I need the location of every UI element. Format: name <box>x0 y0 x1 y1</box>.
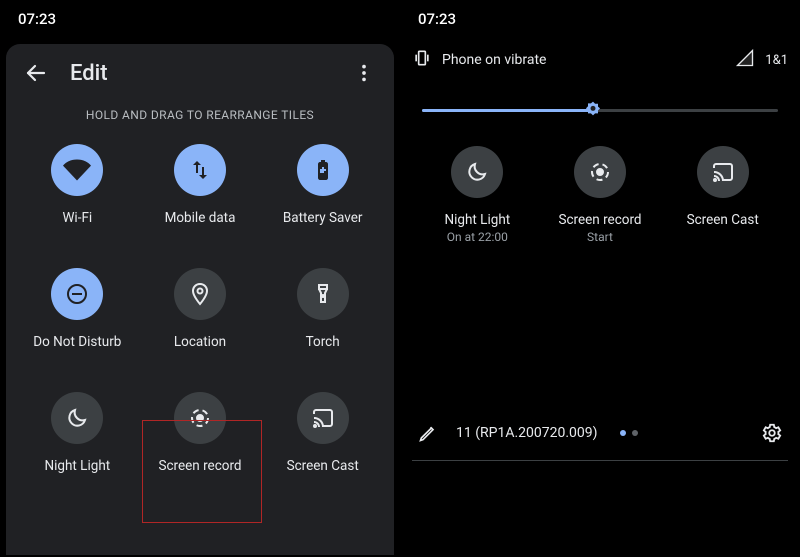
tile-circle <box>51 144 103 196</box>
tile-label: Mobile data <box>165 210 236 226</box>
qs-footer: 11 (RP1A.200720.009) <box>412 417 788 449</box>
tile-label: Screen Cast <box>687 212 759 228</box>
slider-fill <box>422 109 593 112</box>
tile-circle <box>451 146 503 198</box>
tile-circle <box>51 268 103 320</box>
tile-label: Screen record <box>558 212 641 228</box>
tile-sub: Start <box>587 230 613 244</box>
qs-top-bar: Phone on vibrate 1&1 <box>412 38 788 82</box>
edit-header: Edit <box>6 44 394 102</box>
cast-icon <box>311 406 335 430</box>
build-text: 11 (RP1A.200720.009) <box>456 425 598 441</box>
pencil-icon <box>418 423 438 443</box>
tile-circle <box>174 144 226 196</box>
tile-circle <box>297 144 349 196</box>
signal-icon <box>735 48 755 72</box>
tile-night-light[interactable]: Night Light <box>16 392 139 474</box>
location-icon <box>188 282 212 306</box>
tile-screen-cast[interactable]: Screen Cast <box>261 392 384 474</box>
panel-edit-tiles: 07:23 Edit HOLD AND DRAG TO REARRANGE TI… <box>0 0 400 557</box>
tile-sub: On at 22:00 <box>447 230 508 244</box>
settings-button[interactable] <box>756 417 788 449</box>
rearrange-hint: HOLD AND DRAG TO REARRANGE TILES <box>6 108 394 122</box>
qs-tile-screen-cast[interactable]: Screen Cast <box>661 146 784 244</box>
record-icon <box>188 406 212 430</box>
tile-battery-saver[interactable]: Battery Saver <box>261 144 384 226</box>
tile-label: Screen Cast <box>287 458 359 474</box>
status-time: 07:23 <box>418 10 456 28</box>
vibrate-icon <box>412 48 432 72</box>
moon-icon <box>465 160 489 184</box>
dnd-icon <box>65 282 89 306</box>
tile-label: Wi-Fi <box>62 210 92 226</box>
status-bar: 07:23 <box>0 0 400 38</box>
page-title: Edit <box>70 61 348 86</box>
tile-circle <box>574 146 626 198</box>
overflow-menu-button[interactable] <box>348 57 380 89</box>
flashlight-icon <box>311 282 335 306</box>
qs-tile-night-light[interactable]: Night Light On at 22:00 <box>416 146 539 244</box>
tile-label: Battery Saver <box>283 210 363 226</box>
cast-icon <box>711 160 735 184</box>
back-button[interactable] <box>20 57 52 89</box>
tile-label: Do Not Disturb <box>33 334 121 350</box>
page-indicator <box>620 430 744 436</box>
page-dot <box>620 430 626 436</box>
more-vert-icon <box>353 62 375 84</box>
moon-icon <box>65 406 89 430</box>
tile-torch[interactable]: Torch <box>261 268 384 350</box>
ringer-mode-text: Phone on vibrate <box>442 52 546 68</box>
data-swap-icon <box>188 158 212 182</box>
status-bar: 07:23 <box>400 0 800 38</box>
status-time: 07:23 <box>18 10 56 28</box>
page-dot <box>632 430 638 436</box>
edit-sheet: Edit HOLD AND DRAG TO REARRANGE TILES Wi… <box>6 44 394 555</box>
tile-dnd[interactable]: Do Not Disturb <box>16 268 139 350</box>
arrow-left-icon <box>24 61 48 85</box>
qs-content: Phone on vibrate 1&1 Night Light On at 2… <box>400 38 800 244</box>
tile-circle <box>174 392 226 444</box>
record-icon <box>588 160 612 184</box>
panel-quick-settings: 07:23 Phone on vibrate 1&1 <box>400 0 800 557</box>
qs-tile-screen-record[interactable]: Screen record Start <box>539 146 662 244</box>
carrier-text: 1&1 <box>765 53 788 68</box>
tile-circle <box>297 392 349 444</box>
qs-tiles: Night Light On at 22:00 Screen record St… <box>412 146 788 244</box>
brightness-icon <box>583 100 603 120</box>
brightness-slider[interactable] <box>422 100 778 120</box>
tile-label: Night Light <box>444 212 510 228</box>
tile-circle <box>51 392 103 444</box>
slider-thumb[interactable] <box>583 100 603 120</box>
tile-wifi[interactable]: Wi-Fi <box>16 144 139 226</box>
tile-label: Torch <box>306 334 340 350</box>
wifi-icon <box>63 156 91 184</box>
tile-grid: Wi-Fi Mobile data Battery Saver Do Not D… <box>6 136 394 474</box>
tile-screen-record[interactable]: Screen record <box>139 392 262 474</box>
tile-circle <box>697 146 749 198</box>
battery-icon <box>311 158 335 182</box>
tile-mobile-data[interactable]: Mobile data <box>139 144 262 226</box>
gear-icon <box>761 422 783 444</box>
edit-button[interactable] <box>412 417 444 449</box>
tile-circle <box>297 268 349 320</box>
tile-label: Location <box>174 334 226 350</box>
footer-divider <box>412 460 788 461</box>
tile-label: Screen record <box>158 458 241 474</box>
tile-location[interactable]: Location <box>139 268 262 350</box>
tile-label: Night Light <box>44 458 110 474</box>
tile-circle <box>174 268 226 320</box>
